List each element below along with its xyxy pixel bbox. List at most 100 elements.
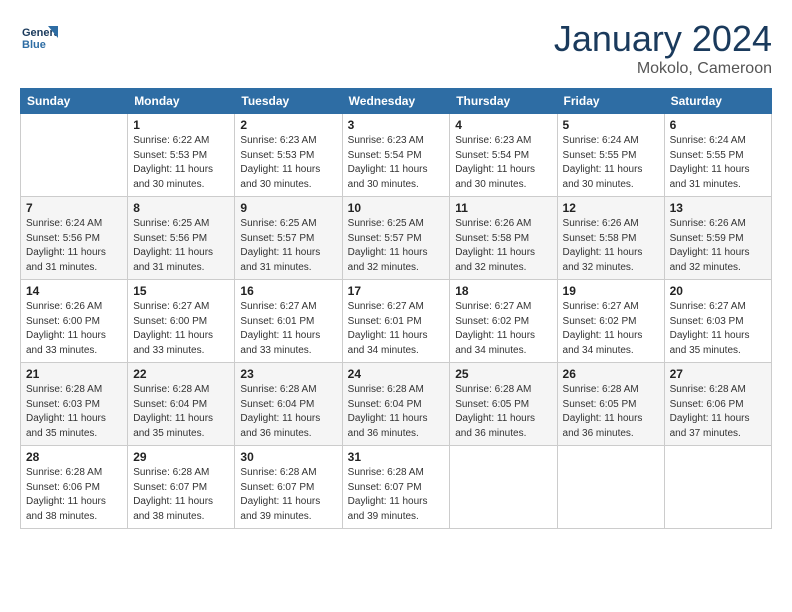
weekday-header-wednesday: Wednesday (342, 89, 450, 114)
day-info: Sunrise: 6:27 AMSunset: 6:02 PMDaylight:… (455, 301, 535, 356)
day-number: 26 (563, 367, 659, 381)
day-cell: 12 Sunrise: 6:26 AMSunset: 5:58 PMDaylig… (557, 197, 664, 280)
day-cell: 9 Sunrise: 6:25 AMSunset: 5:57 PMDayligh… (235, 197, 342, 280)
day-info: Sunrise: 6:28 AMSunset: 6:06 PMDaylight:… (26, 467, 106, 522)
day-info: Sunrise: 6:24 AMSunset: 5:55 PMDaylight:… (670, 135, 750, 190)
day-cell: 11 Sunrise: 6:26 AMSunset: 5:58 PMDaylig… (450, 197, 557, 280)
day-info: Sunrise: 6:27 AMSunset: 6:01 PMDaylight:… (348, 301, 428, 356)
day-info: Sunrise: 6:27 AMSunset: 6:03 PMDaylight:… (670, 301, 750, 356)
day-number: 29 (133, 450, 229, 464)
day-number: 18 (455, 284, 551, 298)
svg-text:Blue: Blue (22, 39, 46, 51)
day-number: 19 (563, 284, 659, 298)
weekday-header-tuesday: Tuesday (235, 89, 342, 114)
logo-icon: General Blue (20, 18, 58, 56)
day-cell (664, 446, 771, 529)
day-number: 7 (26, 201, 122, 215)
day-info: Sunrise: 6:24 AMSunset: 5:56 PMDaylight:… (26, 218, 106, 273)
day-cell: 21 Sunrise: 6:28 AMSunset: 6:03 PMDaylig… (21, 363, 128, 446)
day-cell: 16 Sunrise: 6:27 AMSunset: 6:01 PMDaylig… (235, 280, 342, 363)
day-info: Sunrise: 6:22 AMSunset: 5:53 PMDaylight:… (133, 135, 213, 190)
day-number: 9 (240, 201, 336, 215)
day-number: 5 (563, 118, 659, 132)
day-number: 8 (133, 201, 229, 215)
day-info: Sunrise: 6:28 AMSunset: 6:04 PMDaylight:… (348, 384, 428, 439)
day-number: 24 (348, 367, 445, 381)
day-cell: 18 Sunrise: 6:27 AMSunset: 6:02 PMDaylig… (450, 280, 557, 363)
day-cell: 17 Sunrise: 6:27 AMSunset: 6:01 PMDaylig… (342, 280, 450, 363)
day-info: Sunrise: 6:25 AMSunset: 5:57 PMDaylight:… (240, 218, 320, 273)
week-row-3: 14 Sunrise: 6:26 AMSunset: 6:00 PMDaylig… (21, 280, 772, 363)
day-cell: 1 Sunrise: 6:22 AMSunset: 5:53 PMDayligh… (128, 114, 235, 197)
day-cell (21, 114, 128, 197)
week-row-2: 7 Sunrise: 6:24 AMSunset: 5:56 PMDayligh… (21, 197, 772, 280)
day-info: Sunrise: 6:28 AMSunset: 6:07 PMDaylight:… (240, 467, 320, 522)
day-info: Sunrise: 6:28 AMSunset: 6:04 PMDaylight:… (133, 384, 213, 439)
day-number: 30 (240, 450, 336, 464)
month-title: January 2024 (554, 18, 772, 60)
day-number: 28 (26, 450, 122, 464)
day-number: 21 (26, 367, 122, 381)
day-number: 10 (348, 201, 445, 215)
day-cell: 24 Sunrise: 6:28 AMSunset: 6:04 PMDaylig… (342, 363, 450, 446)
day-cell: 13 Sunrise: 6:26 AMSunset: 5:59 PMDaylig… (664, 197, 771, 280)
week-row-4: 21 Sunrise: 6:28 AMSunset: 6:03 PMDaylig… (21, 363, 772, 446)
day-cell: 22 Sunrise: 6:28 AMSunset: 6:04 PMDaylig… (128, 363, 235, 446)
day-info: Sunrise: 6:26 AMSunset: 5:58 PMDaylight:… (563, 218, 643, 273)
day-cell: 31 Sunrise: 6:28 AMSunset: 6:07 PMDaylig… (342, 446, 450, 529)
day-number: 22 (133, 367, 229, 381)
day-cell: 5 Sunrise: 6:24 AMSunset: 5:55 PMDayligh… (557, 114, 664, 197)
day-info: Sunrise: 6:28 AMSunset: 6:05 PMDaylight:… (563, 384, 643, 439)
day-info: Sunrise: 6:26 AMSunset: 5:58 PMDaylight:… (455, 218, 535, 273)
day-info: Sunrise: 6:28 AMSunset: 6:07 PMDaylight:… (348, 467, 428, 522)
day-info: Sunrise: 6:23 AMSunset: 5:54 PMDaylight:… (455, 135, 535, 190)
day-number: 27 (670, 367, 766, 381)
day-cell: 26 Sunrise: 6:28 AMSunset: 6:05 PMDaylig… (557, 363, 664, 446)
day-number: 1 (133, 118, 229, 132)
day-cell: 4 Sunrise: 6:23 AMSunset: 5:54 PMDayligh… (450, 114, 557, 197)
day-number: 14 (26, 284, 122, 298)
day-cell: 15 Sunrise: 6:27 AMSunset: 6:00 PMDaylig… (128, 280, 235, 363)
day-number: 23 (240, 367, 336, 381)
day-cell: 28 Sunrise: 6:28 AMSunset: 6:06 PMDaylig… (21, 446, 128, 529)
day-info: Sunrise: 6:26 AMSunset: 6:00 PMDaylight:… (26, 301, 106, 356)
day-info: Sunrise: 6:25 AMSunset: 5:57 PMDaylight:… (348, 218, 428, 273)
day-cell: 8 Sunrise: 6:25 AMSunset: 5:56 PMDayligh… (128, 197, 235, 280)
day-number: 11 (455, 201, 551, 215)
day-info: Sunrise: 6:23 AMSunset: 5:54 PMDaylight:… (348, 135, 428, 190)
weekday-header-friday: Friday (557, 89, 664, 114)
day-info: Sunrise: 6:28 AMSunset: 6:04 PMDaylight:… (240, 384, 320, 439)
day-info: Sunrise: 6:28 AMSunset: 6:03 PMDaylight:… (26, 384, 106, 439)
day-info: Sunrise: 6:24 AMSunset: 5:55 PMDaylight:… (563, 135, 643, 190)
day-number: 16 (240, 284, 336, 298)
day-cell: 10 Sunrise: 6:25 AMSunset: 5:57 PMDaylig… (342, 197, 450, 280)
day-cell: 20 Sunrise: 6:27 AMSunset: 6:03 PMDaylig… (664, 280, 771, 363)
logo: General Blue (20, 18, 62, 56)
day-number: 13 (670, 201, 766, 215)
day-cell: 2 Sunrise: 6:23 AMSunset: 5:53 PMDayligh… (235, 114, 342, 197)
day-number: 17 (348, 284, 445, 298)
day-number: 15 (133, 284, 229, 298)
day-cell: 23 Sunrise: 6:28 AMSunset: 6:04 PMDaylig… (235, 363, 342, 446)
weekday-header-row: SundayMondayTuesdayWednesdayThursdayFrid… (21, 89, 772, 114)
day-info: Sunrise: 6:28 AMSunset: 6:07 PMDaylight:… (133, 467, 213, 522)
day-info: Sunrise: 6:27 AMSunset: 6:00 PMDaylight:… (133, 301, 213, 356)
day-info: Sunrise: 6:28 AMSunset: 6:06 PMDaylight:… (670, 384, 750, 439)
day-info: Sunrise: 6:26 AMSunset: 5:59 PMDaylight:… (670, 218, 750, 273)
day-cell: 19 Sunrise: 6:27 AMSunset: 6:02 PMDaylig… (557, 280, 664, 363)
location: Mokolo, Cameroon (554, 60, 772, 78)
day-cell (557, 446, 664, 529)
weekday-header-monday: Monday (128, 89, 235, 114)
day-cell: 3 Sunrise: 6:23 AMSunset: 5:54 PMDayligh… (342, 114, 450, 197)
day-number: 31 (348, 450, 445, 464)
day-cell: 29 Sunrise: 6:28 AMSunset: 6:07 PMDaylig… (128, 446, 235, 529)
day-number: 3 (348, 118, 445, 132)
day-number: 6 (670, 118, 766, 132)
day-info: Sunrise: 6:27 AMSunset: 6:01 PMDaylight:… (240, 301, 320, 356)
day-cell: 14 Sunrise: 6:26 AMSunset: 6:00 PMDaylig… (21, 280, 128, 363)
day-info: Sunrise: 6:28 AMSunset: 6:05 PMDaylight:… (455, 384, 535, 439)
day-number: 12 (563, 201, 659, 215)
week-row-1: 1 Sunrise: 6:22 AMSunset: 5:53 PMDayligh… (21, 114, 772, 197)
day-cell (450, 446, 557, 529)
page-container: General Blue January 2024 Mokolo, Camero… (0, 0, 792, 539)
